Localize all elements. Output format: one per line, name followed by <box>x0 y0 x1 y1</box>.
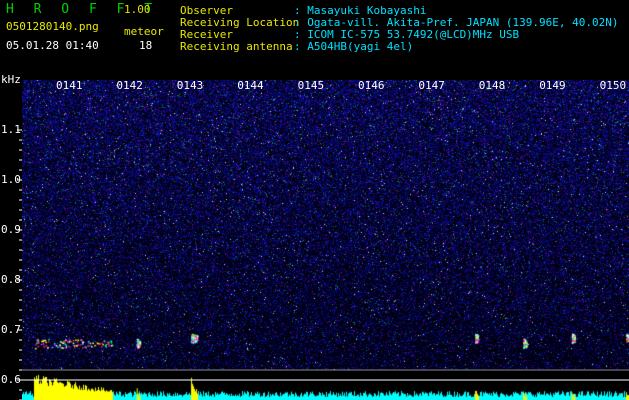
y-tick-label: 0.7 <box>1 323 21 336</box>
time-tick-label: 0144 <box>237 79 264 92</box>
observation-datetime: 05.01.28 01:40 <box>6 39 99 52</box>
time-tick-label: 0150 <box>599 79 627 92</box>
time-tick-label: 0148 <box>478 79 506 92</box>
field-key-antenna: Receiving antenna <box>180 40 293 53</box>
field-value-observer: : Masayuki Kobayashi <box>294 4 427 17</box>
time-tick-label: 0149 <box>539 79 566 92</box>
y-tick-label: 0.8 <box>1 273 21 286</box>
field-value-antenna: : A504HB(yagi 4el) <box>294 40 414 53</box>
time-tick-label: 0147 <box>418 79 445 92</box>
time-tick-label: 0141 <box>56 79 83 92</box>
y-axis-unit: kHz <box>1 73 21 86</box>
time-tick-label: 0145 <box>297 79 325 92</box>
spectrogram-canvas <box>22 80 629 370</box>
y-tick-label: 1.1 <box>1 123 21 136</box>
y-tick-label: 1.0 <box>1 173 21 186</box>
field-value-location: : Ogata-vill. Akita-Pref. JAPAN (139.96E… <box>294 16 619 29</box>
y-tick-label: 0.6 <box>1 373 21 386</box>
y-tick-label: 0.9 <box>1 223 21 236</box>
field-key-observer: Observer <box>180 4 233 17</box>
meteor-label: meteor <box>124 25 164 38</box>
field-key-location: Receiving Location <box>180 16 300 29</box>
app-version: 1.00 <box>124 3 151 16</box>
time-tick-label: 0143 <box>176 79 204 92</box>
meteor-count: 18 <box>139 39 153 52</box>
time-tick-label: 0146 <box>358 79 385 92</box>
image-filename: 0501280140.png <box>6 20 99 33</box>
field-value-receiver: : ICOM IC-575 53.7492(@LCD)MHz USB <box>294 28 520 41</box>
signal-strength-trace <box>22 370 629 400</box>
field-key-receiver: Receiver <box>180 28 233 41</box>
time-tick-label: 0142 <box>116 79 143 92</box>
